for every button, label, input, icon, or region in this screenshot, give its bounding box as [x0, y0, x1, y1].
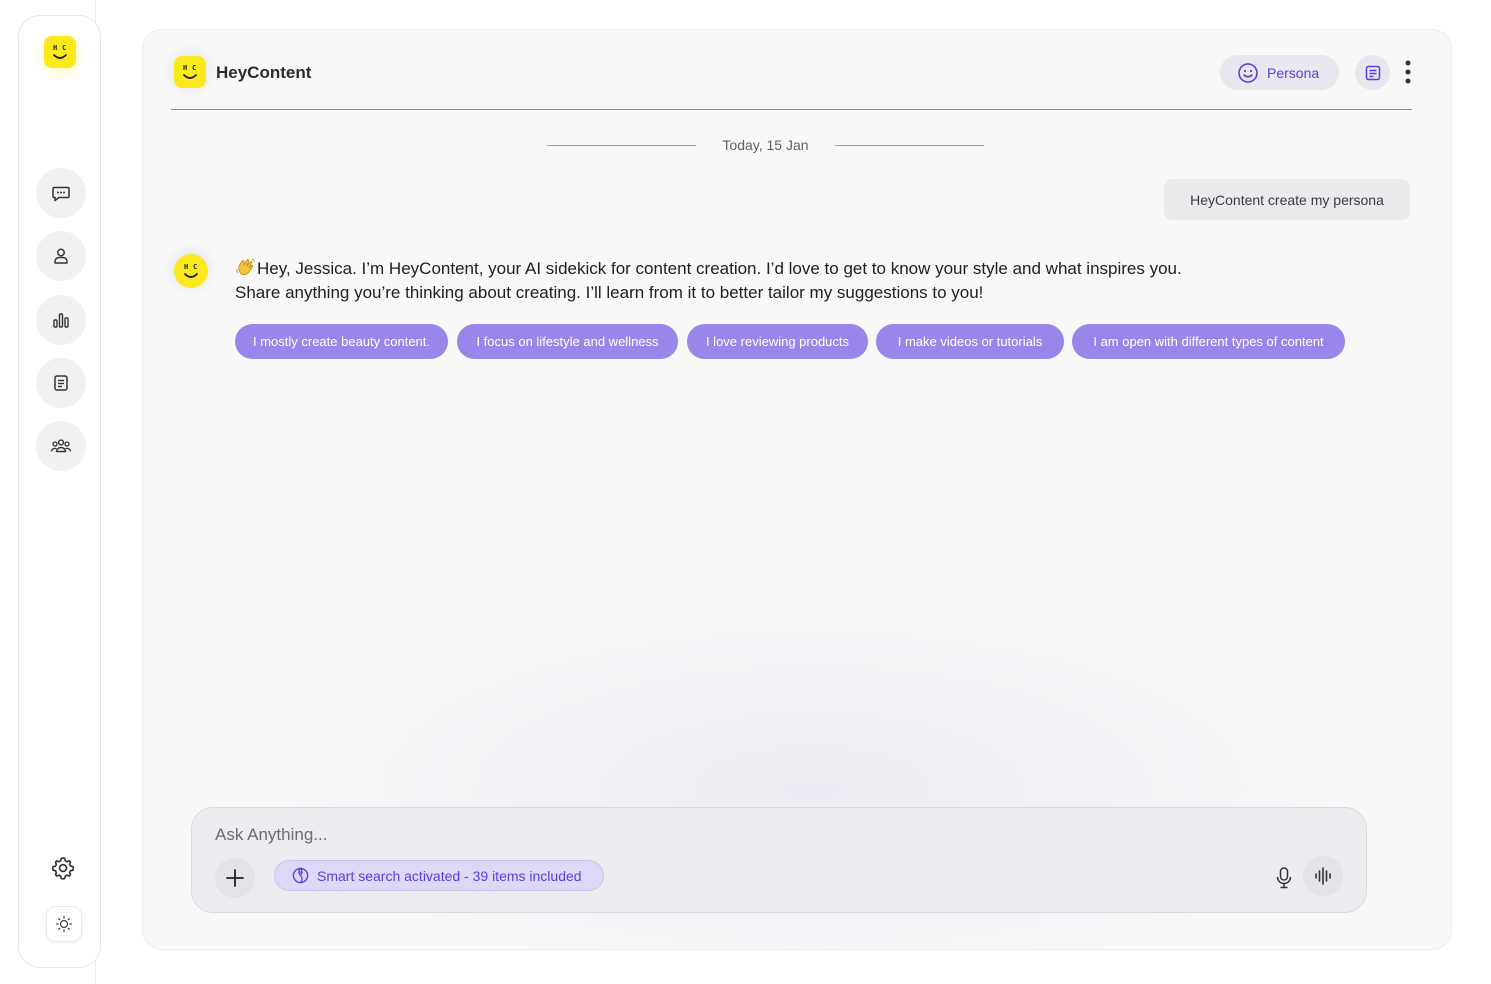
document-button[interactable] [1355, 55, 1390, 90]
smiley-icon [1238, 62, 1258, 83]
date-line-right [835, 145, 984, 146]
analytics-icon [53, 313, 69, 328]
chat-icon [52, 186, 70, 202]
sidebar-item-analytics[interactable] [36, 295, 86, 345]
app-page: H C H C HeyContent Persona Today, 15 Jan… [0, 0, 1491, 984]
svg-text:C: C [192, 64, 196, 72]
brand-name: HeyContent [216, 63, 312, 82]
more-vertical-icon [1405, 60, 1411, 84]
waving-hand-icon [236, 258, 255, 276]
chat-panel: H C HeyContent Persona Today, 15 Jan Hey… [142, 29, 1452, 950]
app-logo-icon[interactable]: H C [44, 36, 76, 68]
theme-toggle-button[interactable] [46, 906, 82, 942]
smart-search-label: Smart search activated - 39 items includ… [317, 867, 582, 884]
header-divider [171, 109, 1412, 110]
add-attachment-button[interactable] [215, 858, 255, 898]
suggestion-chip[interactable]: I am open with different types of conten… [1072, 324, 1345, 359]
suggestion-chip[interactable]: I love reviewing products [687, 324, 868, 359]
svg-text:H: H [184, 263, 188, 271]
persona-button[interactable]: Persona [1220, 55, 1339, 90]
smart-search-chip[interactable]: Smart search activated - 39 items includ… [274, 860, 604, 891]
voice-mode-button[interactable] [1303, 856, 1343, 896]
suggestion-chip[interactable]: I make videos or tutorials [876, 324, 1064, 359]
gear-icon [51, 857, 75, 880]
suggestion-chip[interactable]: I mostly create beauty content. [235, 324, 448, 359]
suggestion-chip[interactable]: I focus on lifestyle and wellness [457, 324, 678, 359]
bot-avatar: H C [174, 254, 208, 288]
ask-input[interactable] [215, 822, 1115, 848]
header-logo-icon: H C [174, 56, 206, 88]
more-options-button[interactable] [1400, 57, 1416, 87]
waveform-icon [1315, 867, 1331, 885]
bot-message-line-2: Share anything you’re thinking about cre… [235, 283, 984, 302]
sidebar-item-community[interactable] [36, 421, 86, 471]
sidebar-item-profile[interactable] [36, 231, 86, 281]
document-icon [1365, 65, 1380, 80]
user-icon [54, 248, 68, 264]
notes-icon [54, 375, 68, 391]
microphone-button[interactable] [1270, 862, 1298, 894]
globe-icon [292, 867, 309, 884]
sidebar-item-chat[interactable] [36, 168, 86, 218]
sidebar-item-notes[interactable] [36, 358, 86, 408]
community-icon [50, 439, 72, 453]
sidebar: H C [18, 15, 101, 968]
svg-text:H: H [53, 44, 57, 52]
bot-message: Hey, Jessica. I’m HeyContent, your AI si… [235, 257, 1345, 305]
sun-icon [55, 915, 73, 933]
bot-message-text-1: Hey, Jessica. I’m HeyContent, your AI si… [257, 259, 1182, 278]
message-composer: Smart search activated - 39 items includ… [191, 807, 1367, 913]
settings-button[interactable] [49, 854, 77, 882]
svg-text:C: C [193, 263, 197, 271]
plus-icon [226, 869, 244, 887]
microphone-icon [1276, 867, 1292, 889]
svg-text:H: H [183, 64, 187, 72]
bot-message-line-1: Hey, Jessica. I’m HeyContent, your AI si… [235, 257, 1345, 281]
persona-label: Persona [1267, 64, 1320, 81]
date-separator: Today, 15 Jan [547, 136, 984, 156]
svg-text:C: C [62, 44, 66, 52]
user-message-bubble: HeyContent create my persona [1164, 179, 1410, 220]
